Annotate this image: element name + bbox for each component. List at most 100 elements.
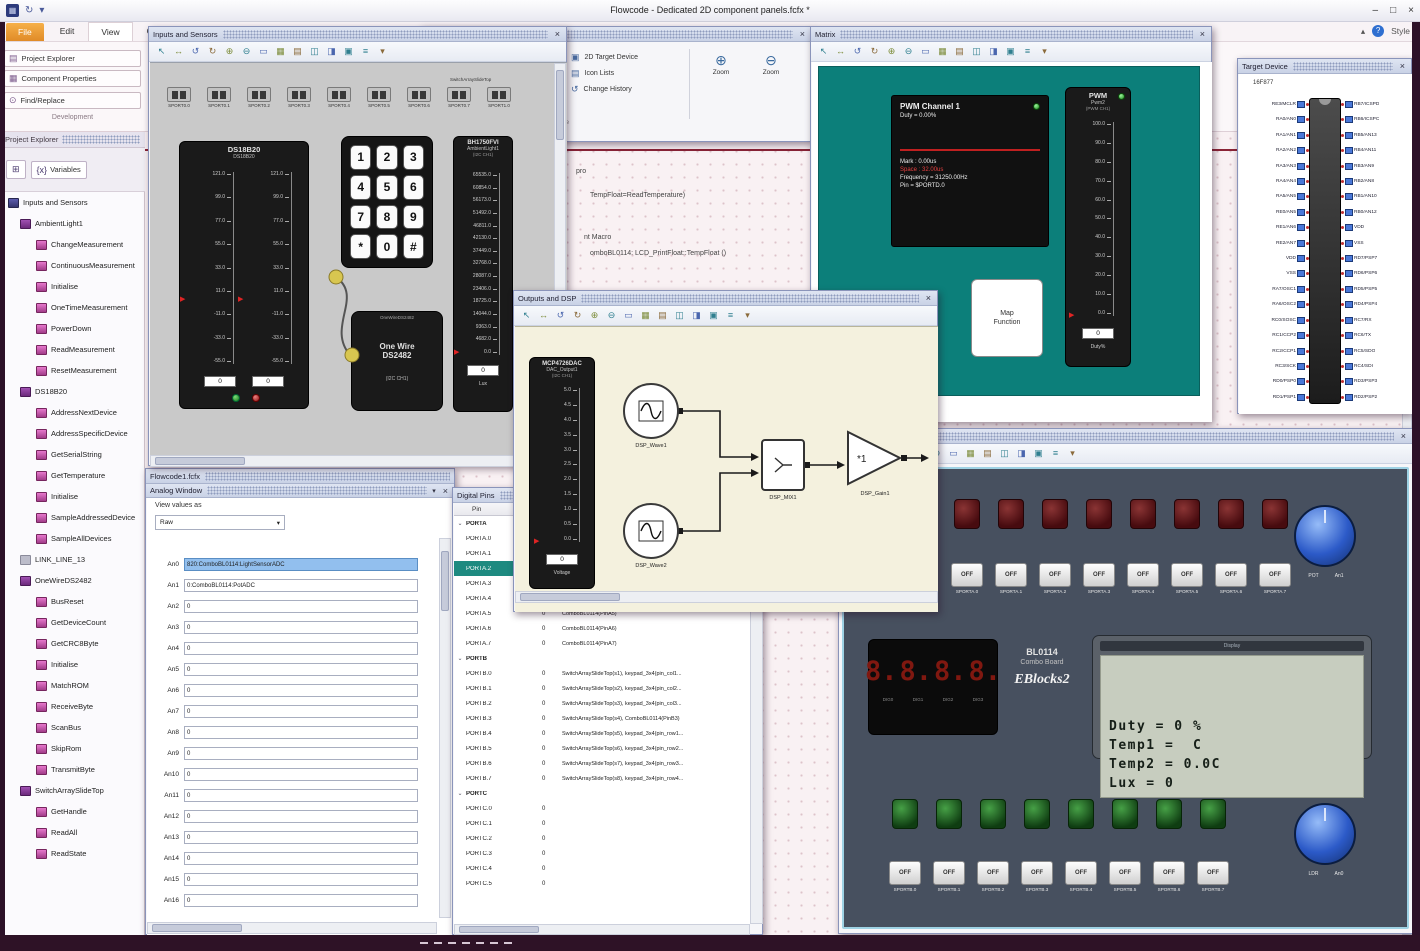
keypad-key[interactable]: *: [350, 234, 372, 259]
zoom-in-icon[interactable]: ⊕: [884, 44, 899, 59]
close-icon[interactable]: ×: [798, 29, 807, 39]
scrollbar-thumb[interactable]: [459, 926, 539, 933]
tree-item[interactable]: GetCRC8Byte: [0, 633, 144, 654]
keypad-key[interactable]: 3: [402, 145, 424, 170]
pin-connector[interactable]: [1297, 332, 1305, 340]
keypad-key[interactable]: 8: [376, 204, 398, 230]
sport-connector[interactable]: SPORT1.0: [484, 87, 514, 108]
snapshot-icon[interactable]: ▣: [1003, 44, 1018, 59]
pin-connector[interactable]: [1297, 208, 1305, 216]
pin-connector[interactable]: [1297, 378, 1305, 386]
digital-horizontal-scrollbar[interactable]: [454, 924, 750, 935]
scrollbar-thumb[interactable]: [520, 593, 620, 601]
digital-pin-row[interactable]: PORTC.3 0: [454, 846, 750, 861]
keypad-key[interactable]: 1: [350, 145, 372, 170]
digital-pin-row[interactable]: PORTA.6 0 ComboBL0114(PinA6): [454, 621, 750, 636]
ribbon-tab[interactable]: File: [6, 23, 44, 41]
tree-item[interactable]: ScanBus: [0, 717, 144, 738]
pin-connector[interactable]: [1345, 162, 1353, 170]
digital-pin-row[interactable]: PORTC.0 0: [454, 801, 750, 816]
pin-connector[interactable]: [1345, 239, 1353, 247]
tree-item[interactable]: SampleAddressedDevice: [0, 507, 144, 528]
ribbon-tab[interactable]: Edit: [48, 22, 87, 41]
keypad-key[interactable]: 5: [376, 174, 398, 200]
pin-connector[interactable]: [1345, 224, 1353, 232]
switch-button[interactable]: OFF: [933, 861, 965, 885]
digital-pin-row[interactable]: PORTA.7 0 ComboBL0114(PinA7): [454, 636, 750, 651]
tree-item[interactable]: OneTimeMeasurement: [0, 297, 144, 318]
digital-pin-row[interactable]: PORTB.3 0 SwitchArraySlideTop(s4), ComboBL…: [454, 711, 750, 726]
analog-value-field[interactable]: 0: [184, 873, 418, 886]
macro-button[interactable]: ⊞: [6, 160, 26, 179]
ds18b20-component[interactable]: DS18B20 DS18B20 121.0 99.0 77.0 55.0 33.0 11.…: [179, 141, 309, 409]
close-button[interactable]: ×: [1408, 5, 1414, 16]
tree-item[interactable]: GetDeviceCount: [0, 612, 144, 633]
tree-item[interactable]: ReadMeasurement: [0, 339, 144, 360]
zoom-in-icon[interactable]: ⊕: [222, 44, 237, 59]
dsp-wave1-component[interactable]: [623, 383, 679, 439]
analog-value-field[interactable]: 0: [184, 768, 418, 781]
pin-connector[interactable]: [1297, 147, 1305, 155]
inputs-horizontal-scrollbar[interactable]: [150, 455, 554, 467]
switch-button[interactable]: OFF: [1215, 563, 1247, 587]
tree-item[interactable]: Initialise: [0, 654, 144, 675]
analog-value-field[interactable]: 0: [184, 600, 418, 613]
layers-icon[interactable]: ▤: [290, 44, 305, 59]
split-vertical-icon[interactable]: ◨: [324, 44, 339, 59]
menu-icon[interactable]: ≡: [1048, 446, 1063, 461]
analog-value-field[interactable]: 0: [184, 789, 418, 802]
pin-connector[interactable]: [1297, 270, 1305, 278]
sport-connector[interactable]: SPORT0.6: [404, 87, 434, 108]
rotate-cw-icon[interactable]: ↻: [867, 44, 882, 59]
pin-connector[interactable]: [1345, 301, 1353, 309]
digital-pin-row[interactable]: PORTB.4 0 SwitchArraySlideTop(s5), keypad_…: [454, 726, 750, 741]
more-icon[interactable]: ▾: [1065, 446, 1080, 461]
tree-item[interactable]: AddressSpecificDevice: [0, 423, 144, 444]
target-device-titlebar[interactable]: Target Device ×: [1238, 59, 1411, 74]
tree-item[interactable]: BusReset: [0, 591, 144, 612]
sport-connector[interactable]: SPORT0.4: [324, 87, 354, 108]
switch-button[interactable]: OFF: [1039, 563, 1071, 587]
outputs-titlebar[interactable]: Outputs and DSP ×: [514, 291, 937, 306]
analog-vertical-scrollbar[interactable]: [439, 538, 451, 918]
snapshot-icon[interactable]: ▣: [1031, 446, 1046, 461]
analog-value-field[interactable]: 820:ComboBL0114:LightSensorADC: [184, 558, 418, 571]
tree-item[interactable]: SampleAllDevices: [0, 528, 144, 549]
pin-connector[interactable]: [1345, 347, 1353, 355]
snapshot-icon[interactable]: ▣: [706, 308, 721, 323]
pin-connector[interactable]: [1297, 101, 1305, 108]
pin-connector[interactable]: [1345, 285, 1353, 293]
tree-item[interactable]: GetHandle: [0, 801, 144, 822]
rotate-ccw-icon[interactable]: ↺: [553, 308, 568, 323]
close-icon[interactable]: ×: [441, 486, 450, 496]
more-icon[interactable]: ▾: [375, 44, 390, 59]
keypad-key[interactable]: 7: [350, 204, 372, 230]
pin-connector[interactable]: [1297, 347, 1305, 355]
pin-connector[interactable]: [1345, 332, 1353, 340]
rotate-cw-icon[interactable]: ↻: [570, 308, 585, 323]
keypad-key[interactable]: #: [402, 234, 424, 259]
digital-pin-row[interactable]: PORTB.5 0 SwitchArraySlideTop(s6), keypad_…: [454, 741, 750, 756]
menu-icon[interactable]: ≡: [358, 44, 373, 59]
digital-pin-row[interactable]: ⌄ PORTC: [454, 786, 750, 801]
split-horizontal-icon[interactable]: ◫: [307, 44, 322, 59]
sport-connector[interactable]: SPORT0.5: [364, 87, 394, 108]
collapse-icon[interactable]: ▾: [432, 487, 436, 495]
tree-item[interactable]: DS18B20: [0, 381, 144, 402]
digital-pin-row[interactable]: PORTB.0 0 SwitchArraySlideTop(s1), keypad_…: [454, 666, 750, 681]
tree-item[interactable]: MatchROM: [0, 675, 144, 696]
sport-connector[interactable]: SPORT0.2: [244, 87, 274, 108]
chevron-up-icon[interactable]: ▴: [1361, 26, 1365, 37]
tree-item[interactable]: OneWireDS2482: [0, 570, 144, 591]
pan-tool-icon[interactable]: ↔: [171, 44, 186, 59]
scrollbar-thumb[interactable]: [556, 70, 564, 140]
ribbon-button[interactable]: ▤ Project Explorer: [4, 50, 141, 67]
dsp-panel[interactable]: MCP4726DAC DAC_Output1 (I2C CH1) 5.0 4.5 4…: [515, 326, 938, 612]
pin-connector[interactable]: [1345, 116, 1353, 124]
pin-connector[interactable]: [1345, 378, 1353, 386]
split-vertical-icon[interactable]: ◨: [1014, 446, 1029, 461]
chip-body[interactable]: [1309, 98, 1341, 404]
analog-value-field[interactable]: 0: [184, 852, 418, 865]
tree-item[interactable]: SwitchArraySlideTop: [0, 780, 144, 801]
pin-connector[interactable]: [1345, 193, 1353, 201]
